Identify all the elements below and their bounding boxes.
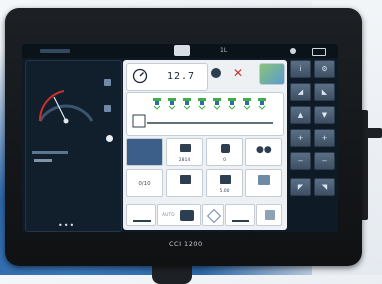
wrench-icon: ⚙ [321, 65, 328, 73]
top-status-bar: 1L [22, 44, 338, 58]
sprayer-mode-button[interactable] [126, 204, 156, 226]
plus-icon-2: + [321, 134, 328, 142]
mode-indicator[interactable] [211, 68, 221, 78]
home-tab-icon[interactable] [174, 45, 190, 56]
speed-value: 12.7 [167, 71, 196, 82]
auto-mode-button[interactable]: AUTO [157, 204, 201, 226]
softkey-panel: i ⚙ ◢ ◣ ▲ ▼ + + − − ◤ ◥ [290, 60, 336, 230]
unfold-icon: ◥ [321, 183, 328, 191]
indicator-square-1 [104, 79, 111, 86]
brand-label: CCI 1200 [169, 240, 203, 248]
next-icon [265, 210, 275, 220]
spray-nozzle-icon [153, 98, 161, 110]
terminal-screen: 1L ••• 12.7 ✕ 2814 0 ●● 0/10 5.00 AUTO i… [22, 44, 338, 232]
terminal-device: 1L ••• 12.7 ✕ 2814 0 ●● 0/10 5.00 AUTO i… [5, 8, 362, 266]
droplets-cell[interactable]: ●● [245, 138, 282, 166]
pressure-value: 0 [223, 158, 226, 163]
next-button[interactable] [256, 204, 282, 226]
plus-icon: + [297, 134, 304, 142]
diamond-icon [206, 208, 222, 224]
flow-icon [180, 175, 191, 184]
softkey-10[interactable]: − [314, 152, 335, 170]
pressure-icon [221, 144, 230, 153]
softkey-3[interactable]: ◢ [290, 83, 311, 101]
bottom-icon-row: AUTO [126, 204, 282, 226]
map-thumbnail[interactable] [259, 63, 285, 85]
softkey-5[interactable]: ▲ [290, 106, 311, 124]
left-panel[interactable]: ••• [25, 60, 122, 232]
main-work-area: 12.7 ✕ 2814 0 ●● 0/10 5.00 AUTO [123, 60, 287, 230]
boom-right-icon: ◣ [321, 88, 328, 96]
warning-drop-icon [106, 135, 113, 142]
speedometer-icon [132, 68, 148, 84]
field-mode-button[interactable] [225, 204, 255, 226]
target-cell[interactable] [245, 169, 282, 197]
softkey-2[interactable]: ⚙ [314, 60, 335, 78]
arrow-up-icon: ▲ [297, 111, 304, 119]
counter-cell[interactable]: 0/10 [126, 169, 163, 197]
battery-icon [312, 48, 326, 56]
minus-icon: − [297, 157, 304, 165]
softkey-11[interactable]: ◤ [290, 178, 311, 196]
tank-cell[interactable]: 2814 [166, 138, 203, 166]
target-icon [258, 175, 270, 185]
softkey-7[interactable]: + [290, 129, 311, 147]
diamond-button[interactable] [202, 204, 224, 226]
field-icon [232, 211, 249, 222]
softkey-9[interactable]: − [290, 152, 311, 170]
section-map-cell[interactable] [126, 138, 163, 166]
indicator-square-2 [104, 105, 111, 112]
tractor-icon [180, 210, 194, 221]
minus-icon-2: − [321, 157, 328, 165]
boom-sections[interactable] [126, 92, 284, 136]
top-right-label: 1L [220, 47, 228, 54]
fold-icon: ◤ [297, 183, 304, 191]
top-left-tab[interactable] [40, 49, 70, 53]
info-grid: 2814 0 ●● 0/10 5.00 [126, 138, 282, 198]
rpm-gauge [38, 90, 94, 124]
softkey-8[interactable]: + [314, 129, 335, 147]
auto-mode-label: AUTO [162, 213, 175, 218]
counter-value: 0/10 [138, 181, 151, 187]
droplets-icon: ●● [256, 145, 272, 155]
settings-dot-icon[interactable] [290, 48, 296, 54]
rate-cell[interactable]: 5.00 [206, 169, 243, 197]
flow-cell[interactable] [166, 169, 203, 197]
rate-value: 5.00 [219, 189, 230, 194]
pressure-cell[interactable]: 0 [206, 138, 243, 166]
softkey-1[interactable]: i [290, 60, 311, 78]
rate-icon [220, 175, 231, 184]
disabled-x-icon: ✕ [233, 66, 244, 80]
speed-display[interactable]: 12.7 [126, 63, 208, 91]
softkey-4[interactable]: ◣ [314, 83, 335, 101]
more-dots-icon[interactable]: ••• [58, 221, 75, 230]
softkey-6[interactable]: ▼ [314, 106, 335, 124]
left-panel-info-line-2 [34, 159, 52, 162]
left-panel-info-line-1 [32, 151, 68, 154]
tank-icon [180, 144, 191, 152]
tank-value: 2814 [178, 158, 191, 163]
arrow-down-icon: ▼ [321, 111, 328, 119]
spray-nozzle-row [132, 98, 273, 128]
softkey-12[interactable]: ◥ [314, 178, 335, 196]
boom-left-icon: ◢ [297, 88, 304, 96]
sprayer-icon [133, 210, 151, 222]
i-info-icon: i [299, 65, 302, 73]
